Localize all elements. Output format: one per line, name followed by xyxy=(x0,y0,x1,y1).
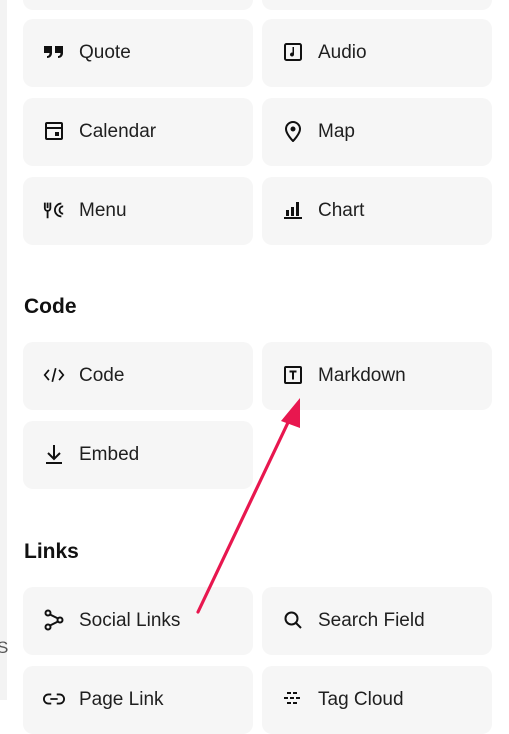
search-field-block-tile[interactable]: Search Field xyxy=(262,587,492,655)
menu-block-tile[interactable]: Menu xyxy=(23,177,253,245)
search-field-label: Search Field xyxy=(318,610,425,631)
social-links-block-tile[interactable]: Social Links xyxy=(23,587,253,655)
markdown-icon xyxy=(282,364,304,386)
search-icon xyxy=(282,609,304,631)
sidebar-edge xyxy=(0,0,7,700)
quote-icon xyxy=(43,41,65,63)
map-label: Map xyxy=(318,121,355,142)
tile-partial-top-right[interactable] xyxy=(262,0,492,10)
tag-cloud-icon xyxy=(282,688,304,710)
chart-label: Chart xyxy=(318,200,365,221)
bar-chart-icon xyxy=(282,199,304,221)
fork-knife-icon xyxy=(43,199,65,221)
tag-cloud-label: Tag Cloud xyxy=(318,689,404,710)
social-nodes-icon xyxy=(43,609,65,631)
embed-block-tile[interactable]: Embed xyxy=(23,421,253,489)
link-icon xyxy=(43,688,65,710)
section-heading-links: Links xyxy=(24,540,79,563)
page-link-label: Page Link xyxy=(79,689,164,710)
markdown-block-tile[interactable]: Markdown xyxy=(262,342,492,410)
tag-cloud-block-tile[interactable]: Tag Cloud xyxy=(262,666,492,734)
calendar-icon xyxy=(43,120,65,142)
calendar-label: Calendar xyxy=(79,121,157,142)
audio-block-tile[interactable]: Audio xyxy=(262,19,492,87)
quote-block-tile[interactable]: Quote xyxy=(23,19,253,87)
chart-block-tile[interactable]: Chart xyxy=(262,177,492,245)
audio-icon xyxy=(282,41,304,63)
audio-label: Audio xyxy=(318,42,367,63)
markdown-label: Markdown xyxy=(318,365,406,386)
map-block-tile[interactable]: Map xyxy=(262,98,492,166)
map-pin-icon xyxy=(282,120,304,142)
clipped-text: S xyxy=(0,638,9,657)
quote-label: Quote xyxy=(79,42,131,63)
section-heading-code: Code xyxy=(24,295,77,318)
code-block-tile[interactable]: Code xyxy=(23,342,253,410)
download-icon xyxy=(43,443,65,465)
menu-label: Menu xyxy=(79,200,127,221)
embed-label: Embed xyxy=(79,444,140,465)
calendar-block-tile[interactable]: Calendar xyxy=(23,98,253,166)
tile-partial-top-left[interactable] xyxy=(23,0,253,10)
page-link-block-tile[interactable]: Page Link xyxy=(23,666,253,734)
code-brackets-icon xyxy=(43,364,65,386)
code-label: Code xyxy=(79,365,125,386)
social-links-label: Social Links xyxy=(79,610,181,631)
